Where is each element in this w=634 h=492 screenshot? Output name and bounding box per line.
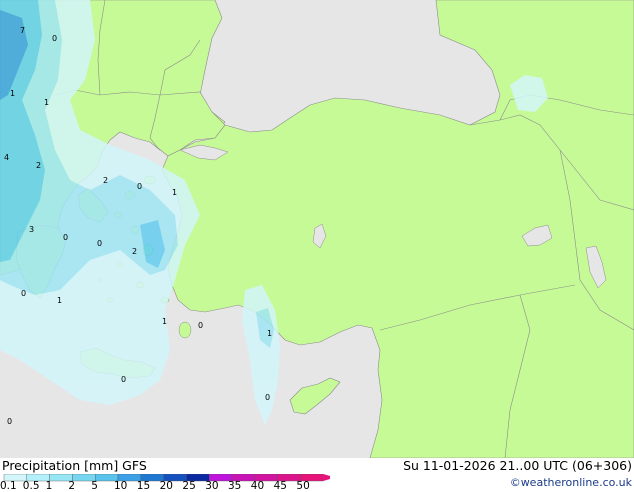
map-label: 0	[198, 321, 203, 330]
map-label: 7	[20, 26, 25, 35]
map-label: 0	[97, 239, 102, 248]
map-label: 0	[121, 375, 126, 384]
map-label: 2	[103, 176, 108, 185]
map-label: 3	[29, 225, 34, 234]
map-label: 1	[172, 188, 177, 197]
map-label: 0	[52, 34, 57, 43]
credit-link[interactable]: ©weatheronline.co.uk	[510, 476, 632, 490]
map-label: 4	[4, 153, 9, 162]
map-label: 2	[132, 247, 137, 256]
map-label: 1	[267, 329, 272, 338]
map-label: 0	[265, 393, 270, 402]
map-label: 0	[21, 289, 26, 298]
legend-title: Precipitation [mm] GFS	[2, 458, 147, 473]
legend-footer: Precipitation [mm] GFS Su 11-01-2026 21.…	[0, 458, 634, 491]
precipitation-map: 7 0 1 1 4 2 2 0 1 3 0 0 2 0 1 1 0 1 0 0 …	[0, 0, 634, 458]
map-label: 1	[162, 317, 167, 326]
map-label: 2	[36, 161, 41, 170]
map-label: 0	[137, 182, 142, 191]
map-label: 0	[63, 233, 68, 242]
map-label: 0	[7, 417, 12, 426]
map-label: 1	[44, 98, 49, 107]
scale-overflow-arrow	[323, 474, 330, 481]
map-label: 1	[57, 296, 62, 305]
valid-time: Su 11-01-2026 21..00 UTC (06+306)	[403, 458, 632, 473]
map-label: 1	[10, 89, 15, 98]
